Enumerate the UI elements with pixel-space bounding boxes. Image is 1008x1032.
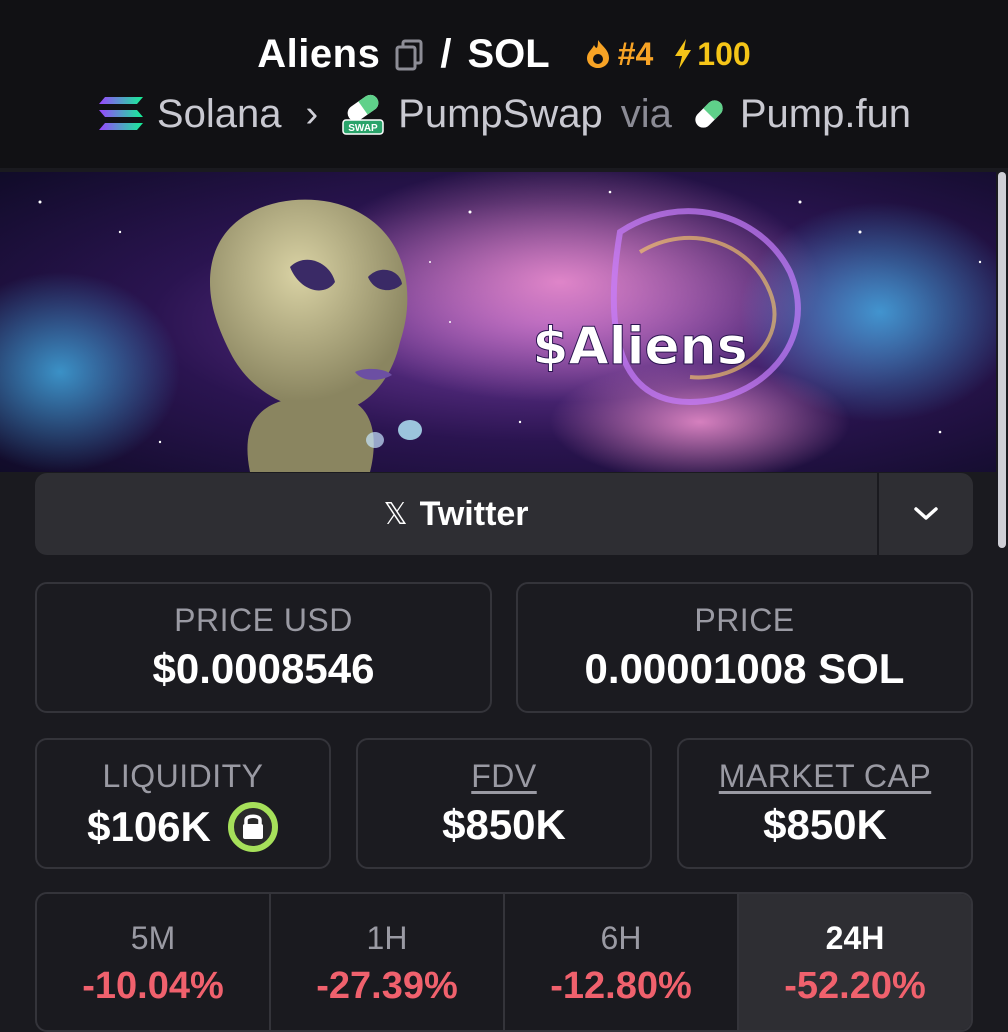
token-banner-image: $Aliens	[0, 172, 996, 472]
period-label: 1H	[366, 920, 408, 956]
price-usd-value: $0.0008546	[152, 645, 375, 692]
market-cap-label[interactable]: MARKET CAP	[679, 758, 971, 795]
pumpswap-logo-icon: SWAP	[342, 94, 384, 135]
price-native-card: PRICE 0.00001008 SOL	[516, 582, 973, 713]
quote-token: SOL	[467, 31, 550, 76]
twitter-label: Twitter	[419, 494, 529, 533]
price-change-tabs: 5M -10.04% 1H -27.39% 6H -12.80% 24H -52…	[35, 892, 973, 1032]
chevron-right-icon: ›	[305, 92, 319, 135]
market-cap-card: MARKET CAP $850K	[677, 738, 973, 869]
x-logo-icon: 𝕏	[383, 497, 408, 531]
price-native-value: 0.00001008 SOL	[584, 645, 905, 692]
rank-value: #4	[617, 35, 654, 72]
boost-count[interactable]: 100	[671, 35, 751, 73]
breadcrumb: Solana › SWAP PumpSwap via Pump.fun	[0, 88, 1008, 140]
price-native-label: PRICE	[694, 602, 795, 638]
tab-5m[interactable]: 5M -10.04%	[37, 894, 271, 1030]
pair-separator: /	[440, 31, 452, 76]
more-links-dropdown[interactable]	[879, 473, 973, 555]
tab-24h[interactable]: 24H -52.20%	[739, 894, 971, 1030]
change-value: -12.80%	[550, 965, 692, 1007]
launchpad-link[interactable]: Pump.fun	[740, 92, 911, 137]
pumpfun-pill-icon	[695, 100, 723, 128]
lock-icon[interactable]	[227, 801, 279, 853]
lightning-icon	[675, 39, 692, 69]
dex-link[interactable]: PumpSwap	[398, 92, 603, 137]
banner-text: $Aliens	[532, 317, 747, 377]
fdv-value: $850K	[442, 801, 566, 848]
pair-header: Aliens / SOL #4 100 Solana › SWAP PumpSw…	[0, 0, 1008, 168]
copy-icon[interactable]	[392, 37, 426, 71]
market-cap-value: $850K	[763, 801, 887, 848]
trending-rank[interactable]: #4	[584, 35, 654, 73]
fdv-label[interactable]: FDV	[358, 758, 650, 795]
chevron-down-icon	[914, 507, 938, 520]
change-value: -27.39%	[316, 965, 458, 1007]
solana-logo-icon	[98, 97, 143, 130]
change-value: -52.20%	[784, 965, 926, 1007]
social-links-bar: 𝕏 Twitter	[35, 473, 973, 555]
period-label: 6H	[600, 920, 642, 956]
liquidity-label: LIQUIDITY	[102, 758, 264, 794]
tab-1h[interactable]: 1H -27.39%	[271, 894, 505, 1030]
pair-title-row: Aliens / SOL #4 100	[0, 30, 1008, 78]
tab-6h[interactable]: 6H -12.80%	[505, 894, 739, 1030]
liquidity-value-row: $106K	[37, 801, 329, 853]
fdv-card: FDV $850K	[356, 738, 652, 869]
swap-logo-text: SWAP	[348, 123, 378, 134]
price-usd-label: PRICE USD	[174, 602, 353, 638]
change-value: -10.04%	[82, 965, 224, 1007]
price-usd-card: PRICE USD $0.0008546	[35, 582, 492, 713]
period-label: 24H	[825, 920, 885, 956]
page-scrollbar[interactable]	[998, 172, 1006, 548]
boost-value: 100	[697, 35, 751, 72]
chain-link[interactable]: Solana	[157, 92, 282, 137]
flame-icon	[586, 40, 609, 68]
period-label: 5M	[130, 920, 176, 956]
twitter-button[interactable]: 𝕏 Twitter	[35, 473, 877, 555]
token-name: Aliens	[257, 31, 381, 76]
liquidity-value: $106K	[87, 803, 211, 850]
liquidity-card: LIQUIDITY $106K	[35, 738, 331, 869]
via-label: via	[620, 91, 672, 136]
